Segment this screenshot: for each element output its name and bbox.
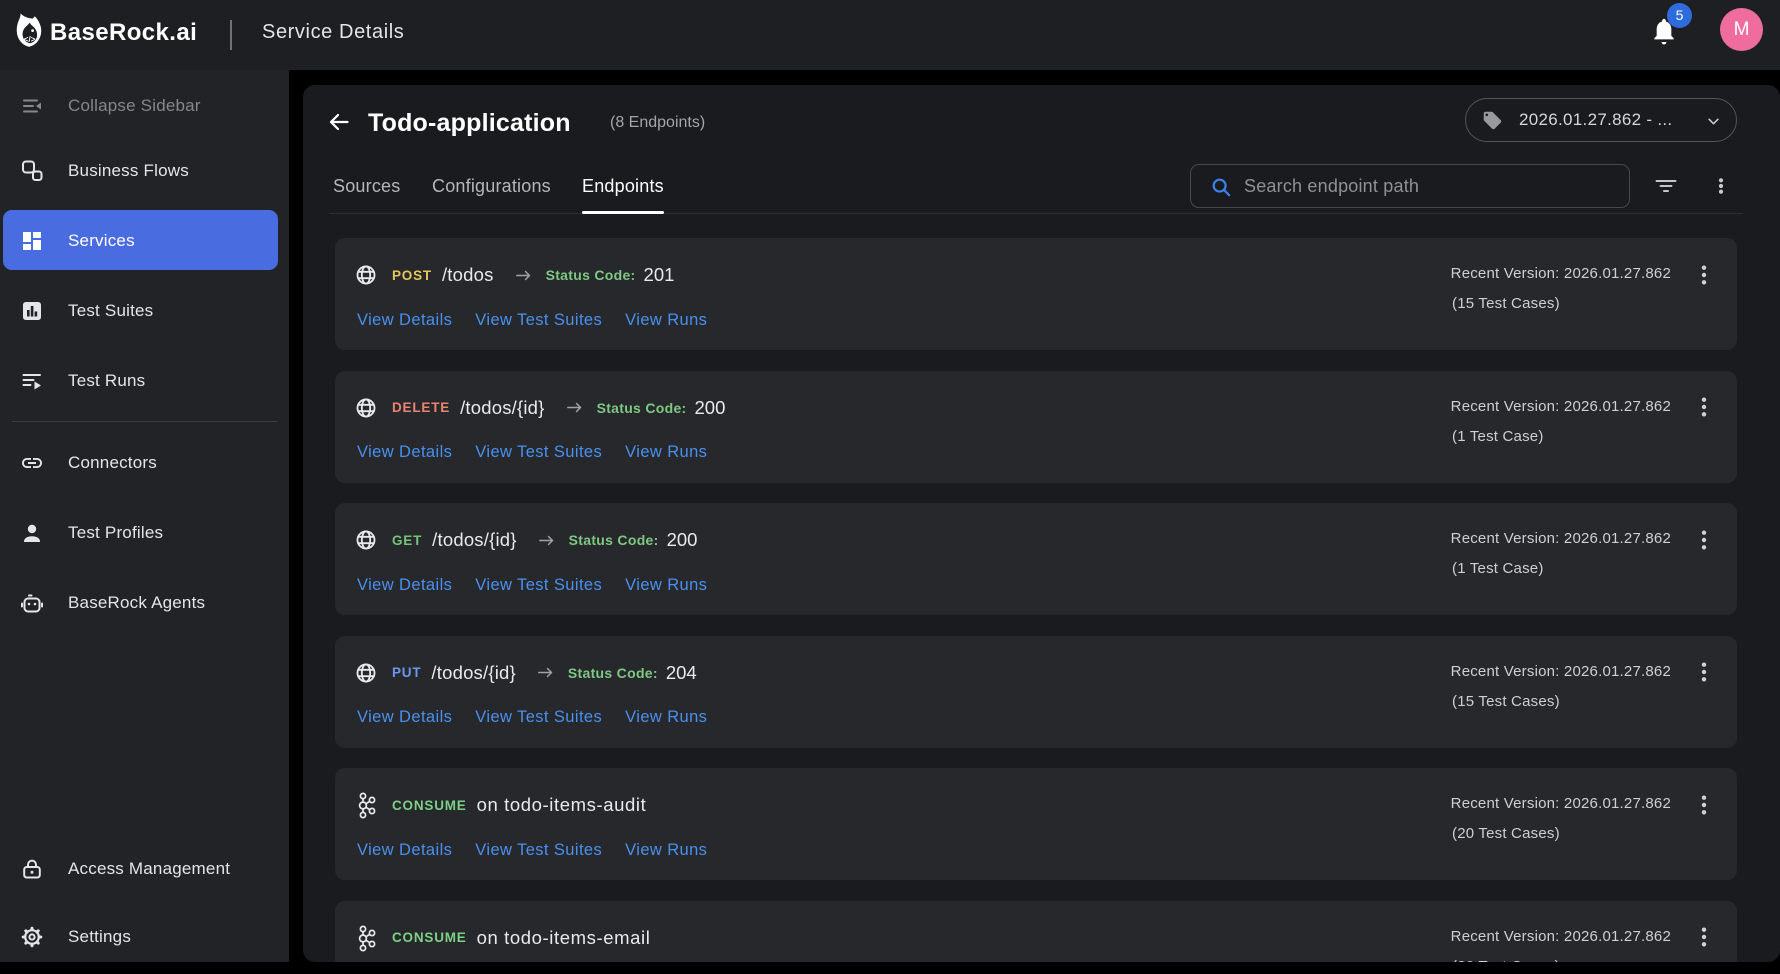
svg-text:</>: </>	[24, 35, 36, 44]
